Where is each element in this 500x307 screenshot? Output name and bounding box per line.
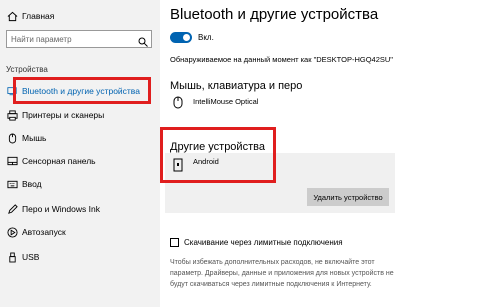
highlight-box-other-devices — [160, 127, 276, 183]
discoverable-text: Обнаруживаемое на данный момент как "DES… — [170, 55, 393, 64]
sidebar-item-pen[interactable]: Перо и Windows Ink — [0, 197, 160, 221]
bluetooth-toggle-label: Вкл. — [198, 33, 214, 42]
mouse-icon — [173, 96, 183, 114]
sidebar-item-usb[interactable]: USB — [0, 245, 160, 269]
touchpad-icon — [6, 155, 18, 167]
sidebar-item-home[interactable]: Главная — [0, 4, 160, 28]
sidebar: Главная Устройства Bluetooth и другие ус… — [0, 0, 160, 307]
search-field[interactable] — [6, 30, 152, 48]
page-title: Bluetooth и другие устройства — [170, 6, 379, 23]
sidebar-item-label: Автозапуск — [22, 227, 66, 237]
metered-description: Чтобы избежать дополнительных расходов, … — [170, 259, 394, 288]
autoplay-icon — [6, 226, 18, 238]
bluetooth-toggle[interactable] — [170, 32, 192, 43]
sidebar-item-label: USB — [22, 252, 40, 262]
device-name: IntelliMouse Optical — [193, 97, 259, 106]
sidebar-item-label: Ввод — [22, 179, 42, 189]
sidebar-item-label: Главная — [22, 11, 55, 21]
mouse-section-title: Мышь, клавиатура и перо — [170, 80, 303, 92]
sidebar-item-touchpad[interactable]: Сенсорная панель — [0, 149, 160, 173]
printer-icon — [6, 109, 18, 121]
main-content: Bluetooth и другие устройства Вкл. Обнар… — [160, 0, 500, 307]
highlight-box-bluetooth — [13, 77, 151, 104]
sidebar-section-label: Устройства — [6, 65, 48, 74]
sidebar-item-autoplay[interactable]: Автозапуск — [0, 220, 160, 244]
sidebar-item-mouse[interactable]: Мышь — [0, 126, 160, 150]
usb-icon — [6, 251, 18, 263]
sidebar-item-label: Перо и Windows Ink — [22, 204, 100, 214]
search-input[interactable] — [11, 33, 131, 45]
metered-connection-checkbox[interactable] — [170, 238, 179, 247]
sidebar-item-printers[interactable]: Принтеры и сканеры — [0, 103, 160, 127]
keyboard-icon — [6, 178, 18, 190]
sidebar-item-label: Принтеры и сканеры — [22, 110, 105, 120]
mouse-icon — [6, 132, 18, 144]
search-icon[interactable] — [138, 34, 148, 47]
remove-device-button[interactable]: Удалить устройство — [307, 188, 389, 206]
sidebar-item-label: Мышь — [22, 133, 47, 143]
metered-connection-label: Скачивание через лимитные подключения — [184, 238, 343, 247]
sidebar-item-label: Сенсорная панель — [22, 156, 96, 166]
pen-icon — [6, 203, 18, 215]
home-icon — [6, 10, 18, 22]
sidebar-item-typing[interactable]: Ввод — [0, 172, 160, 196]
